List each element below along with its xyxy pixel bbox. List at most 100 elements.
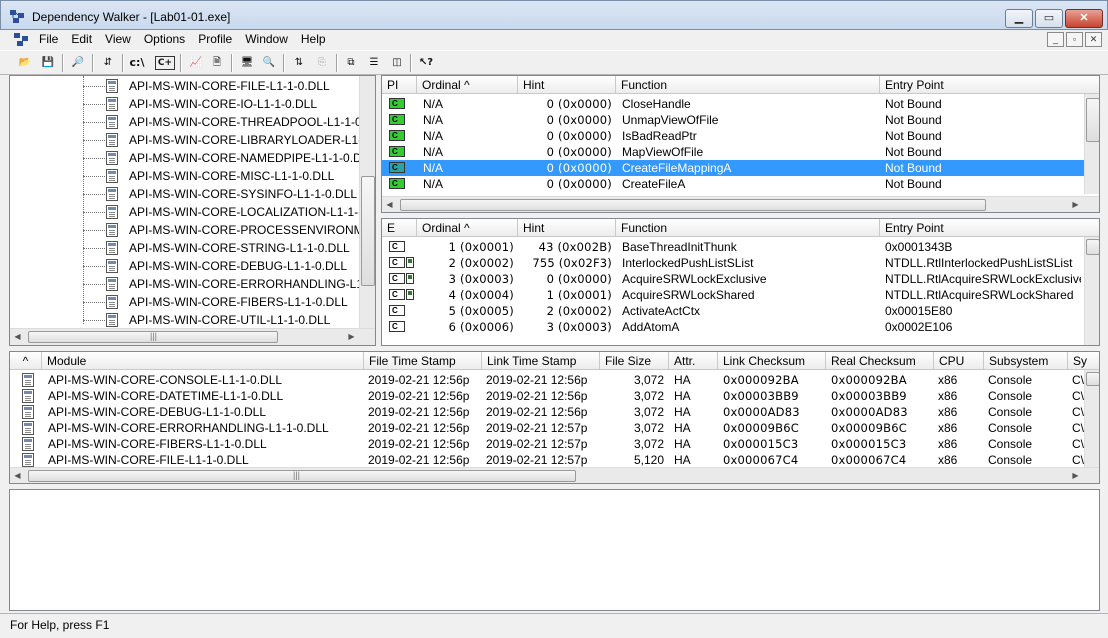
col-module[interactable]: Module bbox=[42, 352, 364, 370]
tree-item[interactable]: API-MS-WIN-CORE-THREADPOOL-L1-1-0. bbox=[10, 113, 365, 131]
menu-help[interactable]: Help bbox=[301, 32, 333, 47]
ordinal-cell: 6 (0x0006) bbox=[448, 320, 514, 334]
exports-pane[interactable]: E Ordinal ^ Hint Function Entry Point C 1… bbox=[381, 218, 1100, 346]
tree-item[interactable]: API-MS-WIN-CORE-NAMEDPIPE-L1-1-0.D bbox=[10, 149, 362, 167]
properties-icon[interactable]: 🗎 bbox=[207, 54, 227, 72]
modules-horizontal-scrollbar[interactable]: ◀ ||| ▶ bbox=[10, 467, 1099, 483]
save-icon[interactable]: 💾 bbox=[38, 54, 58, 72]
menu-profile[interactable]: Profile bbox=[198, 32, 239, 47]
module-icon bbox=[22, 373, 34, 387]
col-link-checksum[interactable]: Link Checksum bbox=[718, 352, 826, 370]
symbols-cell: C\ bbox=[1072, 437, 1084, 451]
file-size-cell: 3,072 bbox=[633, 421, 664, 435]
undecorate-cpp-button[interactable]: C+ bbox=[155, 56, 175, 70]
function-cell: MapViewOfFile bbox=[622, 145, 704, 159]
maximize-button[interactable]: ▭ bbox=[1035, 9, 1063, 28]
module-icon bbox=[106, 223, 118, 237]
col-sort-indicator[interactable]: ^ bbox=[10, 352, 42, 370]
mdi-child-icon[interactable] bbox=[14, 33, 30, 46]
imports-horizontal-scrollbar[interactable]: ◀ ▶ bbox=[382, 196, 1099, 212]
col-attr[interactable]: Attr. bbox=[669, 352, 718, 370]
module-tree-pane[interactable]: API-MS-WIN-CORE-FILE-L1-1-0.DLL API-MS-WI… bbox=[9, 75, 376, 346]
tree-item[interactable]: API-MS-WIN-CORE-LIBRARYLOADER-L1-1 bbox=[10, 131, 369, 149]
col-e[interactable]: E bbox=[382, 219, 417, 237]
module-list-pane[interactable]: ^ Module File Time Stamp Link Time Stamp… bbox=[9, 351, 1100, 484]
module-tree-icon[interactable]: ⇵ bbox=[98, 54, 118, 72]
menu-view[interactable]: View bbox=[105, 32, 138, 47]
tree-item[interactable]: API-MS-WIN-CORE-PROCESSENVIRONME bbox=[10, 221, 372, 239]
tree-item[interactable]: API-MS-WIN-CORE-STRING-L1-1-0.DLL bbox=[10, 239, 358, 257]
tree-item[interactable]: API-MS-WIN-CORE-FILE-L1-1-0.DLL bbox=[10, 77, 358, 95]
tree-item[interactable]: API-MS-WIN-CORE-IO-L1-1-0.DLL bbox=[10, 95, 358, 113]
full-paths-button[interactable]: c:\ bbox=[127, 54, 147, 72]
modules-vertical-scrollbar[interactable] bbox=[1084, 370, 1099, 468]
minimize-button[interactable]: ▁ bbox=[1005, 9, 1033, 28]
cpu-cell: x86 bbox=[938, 373, 958, 387]
col-file-size[interactable]: File Size bbox=[600, 352, 669, 370]
tree-item-label: API-MS-WIN-CORE-IO-L1-1-0.DLL bbox=[129, 97, 318, 111]
tree-item[interactable]: API-MS-WIN-CORE-SYSINFO-L1-1-0.DLL bbox=[10, 185, 358, 203]
link-checksum-cell: 0x0000AD83 bbox=[723, 405, 800, 419]
attr-cell: HA bbox=[674, 373, 691, 387]
cpu-cell: x86 bbox=[938, 405, 958, 419]
tree-item-label: API-MS-WIN-CORE-STRING-L1-1-0.DLL bbox=[129, 241, 350, 255]
real-checksum-cell: 0x00009B6C bbox=[831, 421, 907, 435]
tile-horizontal-icon[interactable]: ☰ bbox=[364, 54, 384, 72]
imports-vertical-scrollbar[interactable] bbox=[1084, 94, 1099, 194]
sort-icon[interactable]: ⇅ bbox=[289, 54, 309, 72]
find-icon[interactable]: 🔎 bbox=[68, 54, 88, 72]
menu-options[interactable]: Options bbox=[144, 32, 192, 47]
col-hint[interactable]: Hint bbox=[518, 76, 616, 94]
link-time-stamp-cell: 2019-02-21 12:56p bbox=[486, 405, 588, 419]
close-button[interactable]: ✕ bbox=[1065, 9, 1103, 28]
module-cell: API-MS-WIN-CORE-ERRORHANDLING-L1-1-0.DLL bbox=[48, 421, 329, 435]
col-cpu[interactable]: CPU bbox=[934, 352, 984, 370]
open-folder-icon[interactable]: 📂 bbox=[15, 54, 35, 72]
disabled-action-icon[interactable]: ⎘ bbox=[312, 54, 332, 72]
col-ordinal[interactable]: Ordinal ^ bbox=[417, 76, 518, 94]
context-help-icon[interactable]: ↖? bbox=[416, 54, 436, 72]
col-entry-point[interactable]: Entry Point bbox=[880, 219, 1099, 237]
menu-file[interactable]: File bbox=[39, 32, 65, 47]
col-real-checksum[interactable]: Real Checksum bbox=[826, 352, 934, 370]
tree-item[interactable]: API-MS-WIN-CORE-ERRORHANDLING-L1- bbox=[10, 275, 367, 293]
tree-item[interactable]: API-MS-WIN-CORE-LOCALIZATION-L1-1-( bbox=[10, 203, 362, 221]
system-info-icon[interactable]: 🖥 bbox=[237, 54, 257, 72]
col-ordinal[interactable]: Ordinal ^ bbox=[417, 219, 518, 237]
col-link-time-stamp[interactable]: Link Time Stamp bbox=[482, 352, 600, 370]
entry-point-cell: 0x0001343B bbox=[885, 240, 953, 254]
col-hint[interactable]: Hint bbox=[518, 219, 616, 237]
imports-pane[interactable]: PI Ordinal ^ Hint Function Entry Point C… bbox=[381, 75, 1100, 213]
tree-item[interactable]: API-MS-WIN-CORE-DEBUG-L1-1-0.DLL bbox=[10, 257, 358, 275]
auto-expand-icon[interactable]: 📈 bbox=[186, 54, 206, 72]
link-time-stamp-cell: 2019-02-21 12:57p bbox=[486, 437, 588, 451]
tile-vertical-icon[interactable]: ◫ bbox=[387, 54, 407, 72]
col-pi[interactable]: PI bbox=[382, 76, 417, 94]
toolbar: 📂 💾 🔎 ⇵ c:\ C+ 📈 🗎 🖥 🔍 ⇅ ⎘ ⧉ ☰ ◫ ↖? bbox=[0, 50, 1108, 75]
tree-vertical-scrollbar[interactable] bbox=[359, 76, 375, 330]
view-module-icon[interactable]: 🔍 bbox=[259, 54, 279, 72]
child-minimize-button[interactable]: _ bbox=[1047, 32, 1064, 47]
col-function[interactable]: Function bbox=[616, 76, 880, 94]
exports-vertical-scrollbar[interactable] bbox=[1084, 237, 1099, 345]
menu-window[interactable]: Window bbox=[245, 32, 295, 47]
tree-item[interactable]: API-MS-WIN-CORE-MISC-L1-1-0.DLL bbox=[10, 167, 358, 185]
cascade-windows-icon[interactable]: ⧉ bbox=[341, 54, 361, 72]
menu-edit[interactable]: Edit bbox=[71, 32, 99, 47]
child-close-button[interactable]: ✕ bbox=[1085, 32, 1102, 47]
c-function-icon: C bbox=[389, 305, 405, 316]
col-function[interactable]: Function bbox=[616, 219, 880, 237]
tree-item[interactable]: API-MS-WIN-CORE-UTIL-L1-1-0.DLL bbox=[10, 311, 358, 329]
ordinal-cell: N/A bbox=[423, 177, 444, 191]
col-file-time-stamp[interactable]: File Time Stamp bbox=[364, 352, 482, 370]
log-pane[interactable] bbox=[9, 489, 1100, 611]
child-restore-button[interactable]: ▫ bbox=[1066, 32, 1083, 47]
link-checksum-cell: 0x00003BB9 bbox=[723, 389, 799, 403]
symbols-cell: C\ bbox=[1072, 453, 1084, 467]
col-symbols[interactable]: Sy bbox=[1068, 352, 1099, 370]
tree-horizontal-scrollbar[interactable]: ◀ ||| ▶ bbox=[10, 328, 375, 345]
function-cell: ActivateActCtx bbox=[622, 304, 701, 318]
col-entry-point[interactable]: Entry Point bbox=[880, 76, 1099, 94]
col-subsystem[interactable]: Subsystem bbox=[984, 352, 1068, 370]
tree-item[interactable]: API-MS-WIN-CORE-FIBERS-L1-1-0.DLL bbox=[10, 293, 358, 311]
